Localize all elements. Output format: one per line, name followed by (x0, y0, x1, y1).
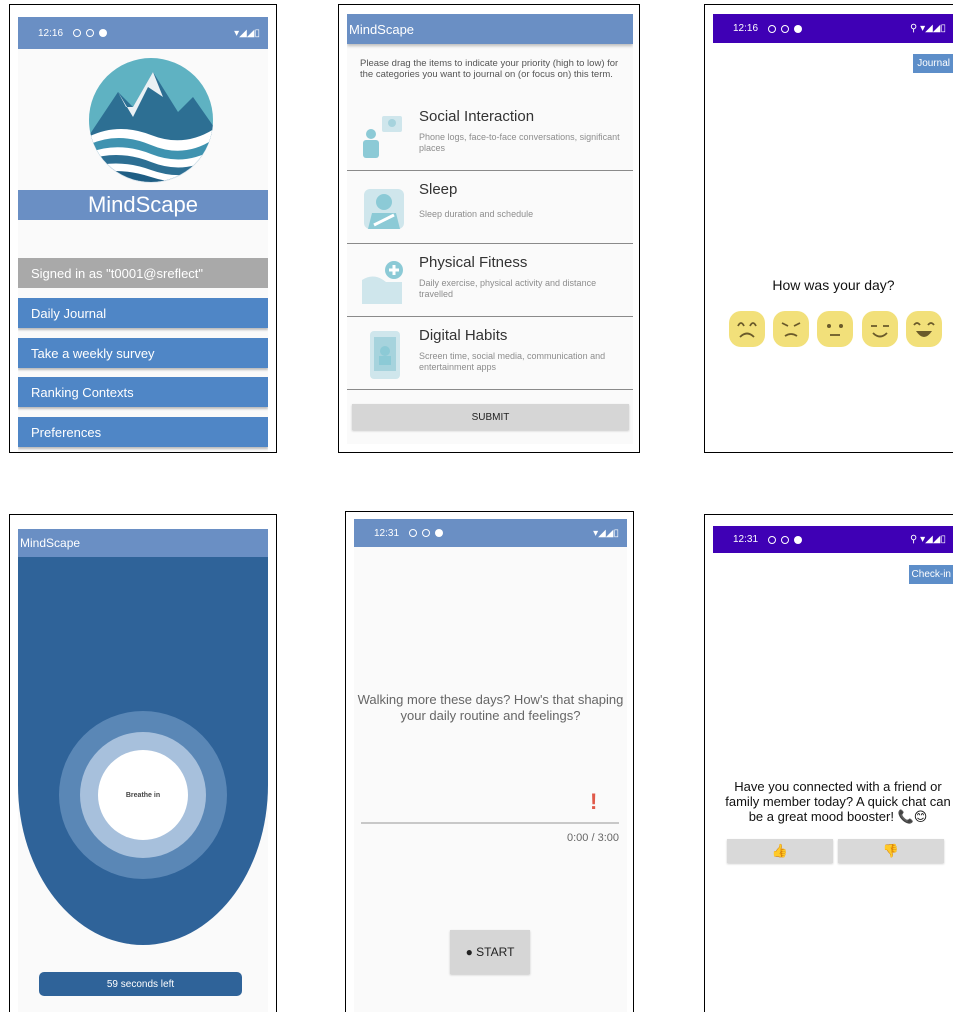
journal-button[interactable]: Journal (913, 54, 953, 73)
status-bar: 12:31 ▾◢◢▯ (354, 519, 627, 547)
thumbs-up-button[interactable]: 👍 (727, 839, 833, 863)
status-bar: 12:16 ▾◢◢▯ (18, 17, 268, 49)
app-bar: MindScape (347, 14, 633, 44)
breathe-circle: Breathe in (98, 750, 188, 840)
screen-home: 12:16 ▾◢◢▯ MindScape Signed in as "t0001… (18, 17, 268, 452)
weekly-survey-button[interactable]: Take a weekly survey (18, 338, 268, 368)
checkin-label: Check-in (911, 569, 951, 580)
category-description: Sleep duration and schedule (419, 209, 534, 219)
notification-icons (768, 24, 803, 33)
notification-icons (73, 29, 108, 37)
phone-icon (370, 331, 400, 379)
signal-icons: ▾◢◢▯ (234, 27, 260, 39)
screen-checkin-frame: 12:31 ⚲ ▾◢◢▯ Check-in Have you connected… (704, 514, 953, 1012)
daily-journal-button[interactable]: Daily Journal (18, 298, 268, 328)
checkin-message: Have you connected with a friend or fami… (725, 779, 951, 824)
screen-home-frame: 12:16 ▾◢◢▯ MindScape Signed in as "t0001… (9, 4, 277, 453)
preferences-label: Preferences (31, 424, 102, 440)
status-time: 12:16 (733, 23, 759, 34)
timer-badge: 59 seconds left (39, 972, 242, 996)
journal-label: Journal (917, 58, 950, 69)
start-button[interactable]: ● START (450, 930, 530, 974)
checkin-button[interactable]: Check-in (908, 565, 953, 584)
category-title: Sleep (419, 181, 458, 198)
weekly-survey-label: Take a weekly survey (31, 345, 155, 361)
timer-text: 59 seconds left (106, 978, 175, 990)
category-description: Screen time, social media, communication… (419, 351, 606, 372)
very-happy-face-icon[interactable] (905, 310, 943, 348)
screen-ranking: MindScape Please drag the items to indic… (347, 14, 633, 444)
screen-mood: 12:16 ⚲ ▾◢◢▯ Journal How was your day? (713, 14, 953, 452)
sad-face-icon[interactable] (772, 310, 810, 348)
status-time: 12:31 (733, 534, 759, 545)
ranking-instructions: Please drag the items to indicate your p… (360, 58, 619, 80)
category-description: Daily exercise, physical activity and di… (419, 278, 597, 299)
fitness-icon (362, 261, 403, 304)
app-title-banner: MindScape (18, 190, 268, 220)
signed-in-text: Signed in as "t0001@sreflect" (31, 265, 204, 281)
screen-breathe-frame: MindScape Breathe in 59 seconds left (9, 514, 277, 1012)
status-time: 12:16 (38, 27, 64, 39)
thumbs-down-button[interactable]: 👎 (838, 839, 944, 863)
app-bar-title: MindScape (349, 21, 415, 37)
signal-icons: ▾◢◢▯ (593, 527, 619, 539)
category-social-interaction[interactable]: Social Interaction Phone logs, face-to-f… (347, 98, 633, 171)
category-sleep[interactable]: Sleep Sleep duration and schedule (347, 171, 633, 244)
submit-label: SUBMIT (471, 411, 510, 423)
neutral-face-icon[interactable] (816, 310, 854, 348)
category-physical-fitness[interactable]: Physical Fitness Daily exercise, physica… (347, 244, 633, 317)
signal-icons: ⚲ ▾◢◢▯ (909, 23, 946, 34)
social-icon (363, 116, 402, 158)
preferences-button[interactable]: Preferences (18, 417, 268, 447)
sleep-icon (364, 189, 404, 229)
app-bar: MindScape (18, 529, 268, 557)
thumbs-down-icon: 👎 (882, 843, 900, 858)
app-bar-title: MindScape (20, 536, 81, 550)
category-title: Physical Fitness (419, 254, 528, 271)
screen-breathe: MindScape Breathe in 59 seconds left (18, 529, 268, 1012)
daily-journal-label: Daily Journal (31, 305, 107, 321)
happy-face-icon[interactable] (861, 310, 899, 348)
breathe-label: Breathe in (125, 791, 161, 799)
screen-voice: 12:31 ▾◢◢▯ Walking more these days? How'… (354, 519, 627, 1012)
screen-mood-frame: 12:16 ⚲ ▾◢◢▯ Journal How was your day? (704, 4, 953, 453)
screen-voice-frame: 12:31 ▾◢◢▯ Walking more these days? How'… (345, 511, 634, 1012)
signal-icons: ⚲ ▾◢◢▯ (909, 534, 946, 545)
voice-prompt: Walking more these days? How's that shap… (357, 692, 624, 723)
app-logo (89, 58, 213, 183)
app-title: MindScape (87, 192, 199, 217)
status-bar: 12:31 ⚲ ▾◢◢▯ (713, 526, 953, 553)
category-title: Digital Habits (419, 327, 508, 344)
screen-checkin: 12:31 ⚲ ▾◢◢▯ Check-in Have you connected… (713, 526, 953, 1012)
submit-button[interactable]: SUBMIT (352, 404, 629, 430)
start-label: ● START (465, 945, 515, 959)
category-digital-habits[interactable]: Digital Habits Screen time, social media… (347, 317, 633, 390)
screen-ranking-frame: MindScape Please drag the items to indic… (338, 4, 640, 453)
ranking-contexts-label: Ranking Contexts (31, 384, 134, 400)
alert-icon: ! (590, 789, 598, 814)
thumbs-up-icon: 👍 (771, 843, 789, 858)
notification-icons (768, 535, 803, 544)
status-bar: 12:16 ⚲ ▾◢◢▯ (713, 14, 953, 43)
notification-icons (409, 529, 444, 537)
category-title: Social Interaction (419, 108, 535, 125)
signed-in-label: Signed in as "t0001@sreflect" (18, 258, 268, 288)
progress-time: 0:00 / 3:00 (567, 832, 619, 844)
ranking-contexts-button[interactable]: Ranking Contexts (18, 377, 268, 407)
mood-question: How was your day? (772, 277, 895, 293)
category-description: Phone logs, face-to-face conversations, … (419, 132, 620, 153)
progress-track (361, 822, 619, 824)
very-sad-face-icon[interactable] (728, 310, 766, 348)
status-time: 12:31 (374, 527, 400, 539)
